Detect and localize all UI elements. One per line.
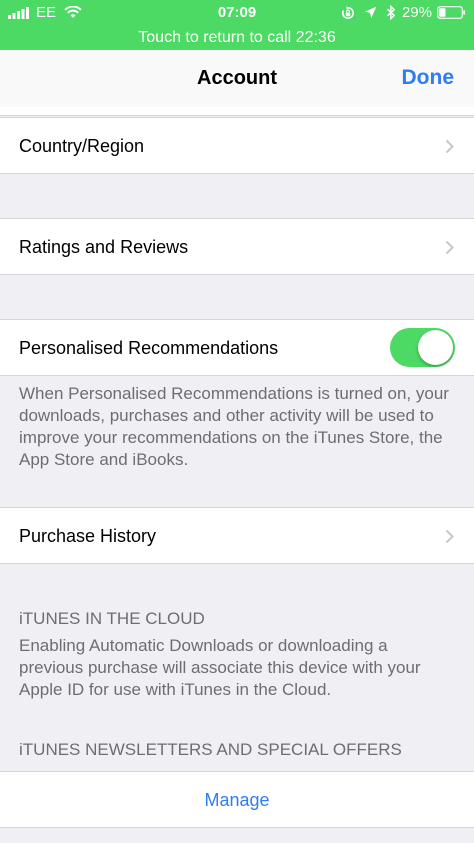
ratings-reviews-row[interactable]: Ratings and Reviews [0,218,474,275]
itunes-cloud-footer: Enabling Automatic Downloads or download… [19,636,421,699]
newsletters-header: iTUNES NEWSLETTERS AND SPECIAL OFFERS [19,740,402,759]
chevron-right-icon [445,240,454,255]
chevron-right-icon [445,529,454,544]
orientation-lock-icon [341,5,354,19]
toggle-knob [418,330,453,365]
battery-percent: 29% [401,4,432,21]
return-to-call-banner[interactable]: Touch to return to call 22:36 [0,26,474,50]
country-region-label: Country/Region [19,136,145,156]
location-icon [364,6,377,19]
country-region-row[interactable]: Country/Region [0,117,474,174]
chevron-right-icon [445,139,454,154]
personalised-recommendations-toggle[interactable] [390,328,455,367]
purchase-history-label: Purchase History [19,526,157,546]
personalised-recommendations-row: Personalised Recommendations [0,319,474,376]
personalised-recommendations-footer: When Personalised Recommendations is tur… [19,384,449,469]
itunes-cloud-header: iTUNES IN THE CLOUD [19,609,205,628]
personalised-recommendations-label: Personalised Recommendations [19,338,279,358]
nav-bar: Account Done [0,50,474,107]
purchase-history-row[interactable]: Purchase History [0,507,474,564]
status-bar: EE 07:09 29% [0,0,474,26]
battery-fill [439,8,446,17]
bluetooth-icon [386,5,396,20]
call-banner-text: Touch to return to call 22:36 [138,29,336,46]
battery-icon [437,6,466,19]
manage-row: Manage [0,771,474,828]
done-button[interactable]: Done [402,66,455,90]
divider [0,107,474,116]
status-right: 29% [341,4,466,21]
manage-button[interactable]: Manage [0,790,474,811]
ratings-reviews-label: Ratings and Reviews [19,237,189,257]
